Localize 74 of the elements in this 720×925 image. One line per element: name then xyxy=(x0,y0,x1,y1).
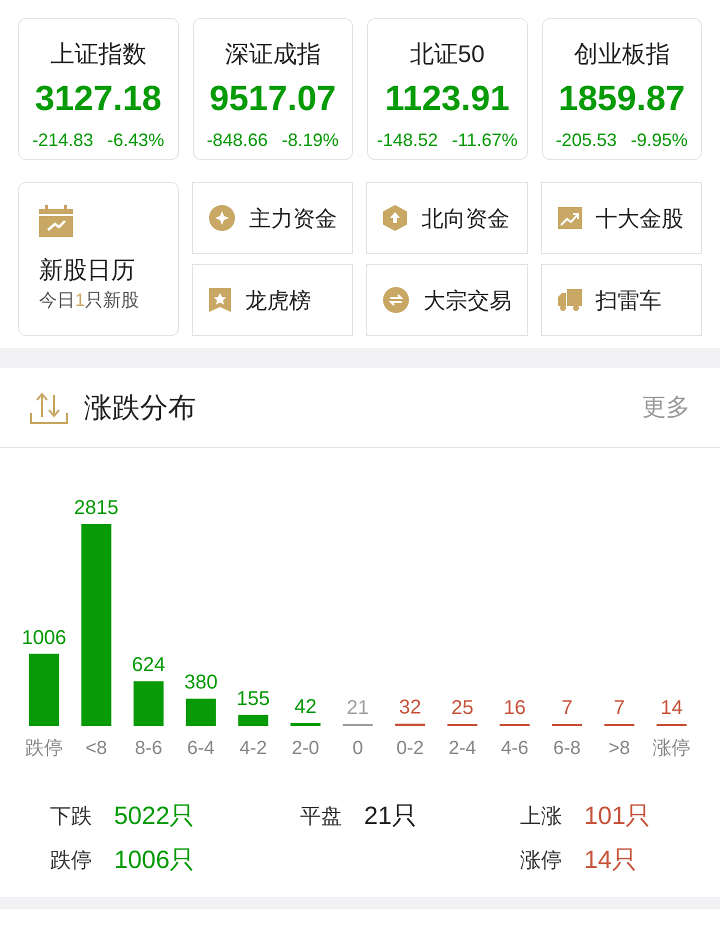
bar-value-label: 25 xyxy=(451,697,474,719)
swap-icon xyxy=(383,287,410,313)
rise-fall-icon xyxy=(30,390,68,424)
category-label: 0-2 xyxy=(396,738,424,759)
bar-value-label: 380 xyxy=(184,672,218,694)
coin-icon xyxy=(209,205,235,231)
index-change: -848.66 xyxy=(206,129,268,152)
shortcut-button[interactable]: 十大金股 xyxy=(540,182,702,254)
index-name: 创业板指 xyxy=(574,40,670,70)
calendar-subtitle: 今日1只新股 xyxy=(39,288,140,312)
index-value: 1123.91 xyxy=(384,78,510,120)
category-label: 0 xyxy=(352,738,364,759)
category-label: 6-4 xyxy=(187,738,215,759)
category-label: 4-6 xyxy=(500,738,528,759)
category-label: 2-0 xyxy=(292,738,320,759)
category-label: >8 xyxy=(608,738,630,759)
shortcut-button[interactable]: 主力资金 xyxy=(192,182,354,254)
index-card[interactable]: 上证指数 3127.18 -214.83 -6.43% xyxy=(18,18,178,160)
bar-value-label: 155 xyxy=(236,688,270,710)
hexagon-arrow-icon xyxy=(383,205,408,231)
summary-label: 跌停 xyxy=(50,848,92,874)
bar-value-label: 2815 xyxy=(74,497,119,519)
bar-value-label: 21 xyxy=(346,697,369,719)
shortcut-button[interactable]: 北向资金 xyxy=(366,182,528,254)
truck-icon xyxy=(558,289,582,311)
summary-value: 14只 xyxy=(584,844,637,876)
index-change: -148.52 xyxy=(376,129,438,152)
bar-value-label: 14 xyxy=(660,697,683,719)
index-value: 9517.07 xyxy=(209,78,336,120)
index-card[interactable]: 创业板指 1859.87 -205.53 -9.95% xyxy=(542,18,702,160)
index-card[interactable]: 深证成指 9517.07 -848.66 -8.19% xyxy=(192,18,353,160)
category-label: 8-6 xyxy=(134,738,162,759)
index-card[interactable]: 北证50 1123.91 -148.52 -11.67% xyxy=(367,18,528,160)
summary-value: 101只 xyxy=(584,801,651,832)
category-label: 2-4 xyxy=(448,738,476,759)
star-ribbon-icon xyxy=(209,288,231,312)
index-change: -214.83 xyxy=(32,129,94,152)
index-value: 1859.87 xyxy=(558,78,686,120)
index-name: 上证指数 xyxy=(50,40,146,70)
trend-chart-icon xyxy=(558,207,582,229)
summary-label: 上涨 xyxy=(520,804,562,830)
index-name: 深证成指 xyxy=(224,40,321,70)
bar-value-label: 42 xyxy=(294,696,317,718)
summary-value: 21只 xyxy=(364,801,417,832)
index-percent: -6.43% xyxy=(107,129,164,152)
shortcut-button[interactable]: 扫雷车 xyxy=(540,264,702,336)
bar-value-label: 16 xyxy=(504,697,526,719)
section-title: 涨跌分布 xyxy=(84,390,196,424)
summary-label: 下跌 xyxy=(50,804,92,830)
summary-value: 5022只 xyxy=(114,801,195,832)
category-label: 跌停 xyxy=(25,738,63,759)
bar-value-label: 32 xyxy=(398,696,422,719)
bar-value-label: 7 xyxy=(614,697,625,719)
summary-label: 平盘 xyxy=(300,804,342,830)
calendar-card[interactable]: 新股日历 今日1只新股 xyxy=(18,182,179,336)
index-percent: -8.19% xyxy=(282,129,339,152)
category-label: 6-8 xyxy=(553,738,581,759)
index-name: 北证50 xyxy=(410,40,485,70)
bar-value-label: 624 xyxy=(132,654,166,676)
bar-value-label: 1006 xyxy=(22,626,66,649)
index-percent: -9.95% xyxy=(630,129,688,152)
summary-value: 1006只 xyxy=(114,844,195,876)
category-label: <8 xyxy=(85,738,108,759)
calendar-title: 新股日历 xyxy=(39,256,136,286)
calendar-icon xyxy=(39,204,73,236)
shortcut-button[interactable]: 龙虎榜 xyxy=(192,264,354,336)
index-change: -205.53 xyxy=(556,129,617,152)
category-label: 4-2 xyxy=(239,738,267,759)
index-percent: -11.67% xyxy=(452,129,518,152)
index-value: 3127.18 xyxy=(34,78,162,120)
category-label: 涨停 xyxy=(652,738,691,759)
bar-value-label: 7 xyxy=(561,697,573,719)
shortcut-button[interactable]: 大宗交易 xyxy=(366,264,528,336)
summary-label: 涨停 xyxy=(520,848,562,874)
